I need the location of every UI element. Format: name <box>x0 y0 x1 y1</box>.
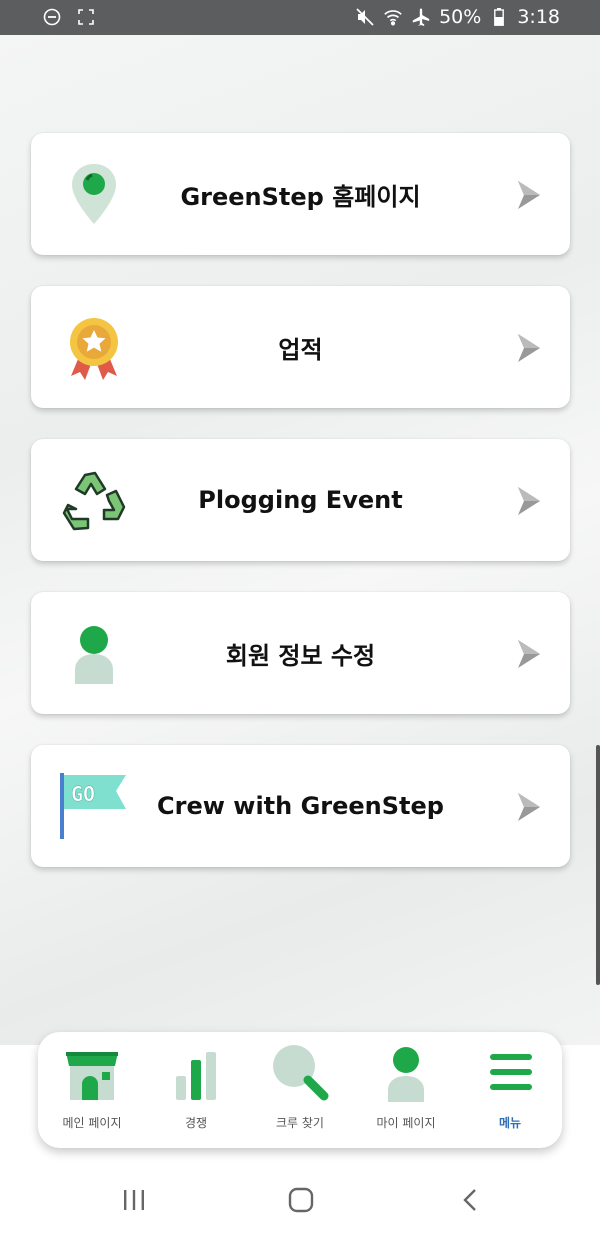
nav-label: 크루 찾기 <box>276 1116 324 1130</box>
nav-label: 경쟁 <box>184 1116 208 1130</box>
scrollbar[interactable] <box>596 745 600 985</box>
menu-item-label: 회원 정보 수정 <box>225 641 376 670</box>
menu-item-label: GreenStep 홈페이지 <box>180 182 421 211</box>
back-icon[interactable] <box>450 1185 490 1215</box>
nav-competition[interactable]: 경쟁 <box>144 1040 248 1140</box>
do-not-disturb-icon <box>42 7 62 27</box>
map-pin-icon <box>59 159 129 229</box>
nav-label: 메뉴 <box>498 1116 522 1130</box>
user-profile-icon <box>59 618 129 688</box>
menu-item-label: Plogging Event <box>198 486 403 514</box>
menu-item-label: Crew with GreenStep <box>157 792 444 820</box>
go-flag-icon: GO <box>59 771 129 841</box>
svg-text:GO: GO <box>71 782 95 806</box>
home-icon[interactable] <box>281 1185 321 1215</box>
search-icon <box>268 1040 332 1104</box>
menu-item-homepage[interactable]: GreenStep 홈페이지 <box>31 133 570 255</box>
screenshot-icon <box>76 7 96 27</box>
battery-percent: 50% <box>439 6 482 28</box>
clock: 3:18 <box>517 6 560 28</box>
chevron-right-icon <box>514 638 544 670</box>
menu-item-label: 업적 <box>278 335 323 364</box>
mute-icon <box>355 7 375 27</box>
recycle-icon <box>59 465 129 535</box>
chevron-right-icon <box>514 332 544 364</box>
nav-label: 마이 페이지 <box>376 1116 436 1130</box>
battery-icon <box>489 7 509 27</box>
chevron-right-icon <box>514 179 544 211</box>
store-icon <box>60 1040 124 1104</box>
bar-chart-icon <box>164 1040 228 1104</box>
menu-item-plogging-event[interactable]: Plogging Event <box>31 439 570 561</box>
airplane-mode-icon <box>411 7 431 27</box>
hamburger-menu-icon <box>478 1040 542 1104</box>
user-icon <box>374 1040 438 1104</box>
recent-apps-icon[interactable] <box>114 1185 154 1215</box>
system-navigation-bar <box>0 1165 600 1233</box>
award-medal-icon <box>59 312 129 382</box>
nav-my-page[interactable]: 마이 페이지 <box>354 1040 458 1140</box>
menu-item-crew[interactable]: GO Crew with GreenStep <box>31 745 570 867</box>
chevron-right-icon <box>514 485 544 517</box>
nav-menu[interactable]: 메뉴 <box>458 1040 562 1140</box>
status-bar: 50% 3:18 <box>0 0 600 35</box>
nav-label: 메인 페이지 <box>62 1116 122 1130</box>
menu-item-edit-profile[interactable]: 회원 정보 수정 <box>31 592 570 714</box>
nav-find-crew[interactable]: 크루 찾기 <box>248 1040 352 1140</box>
chevron-right-icon <box>514 791 544 823</box>
bottom-nav: 메인 페이지 경쟁 크루 찾기 마이 페이지 메뉴 <box>38 1032 562 1148</box>
menu-item-achievements[interactable]: 업적 <box>31 286 570 408</box>
wifi-icon <box>383 7 403 27</box>
nav-main-page[interactable]: 메인 페이지 <box>40 1040 144 1140</box>
